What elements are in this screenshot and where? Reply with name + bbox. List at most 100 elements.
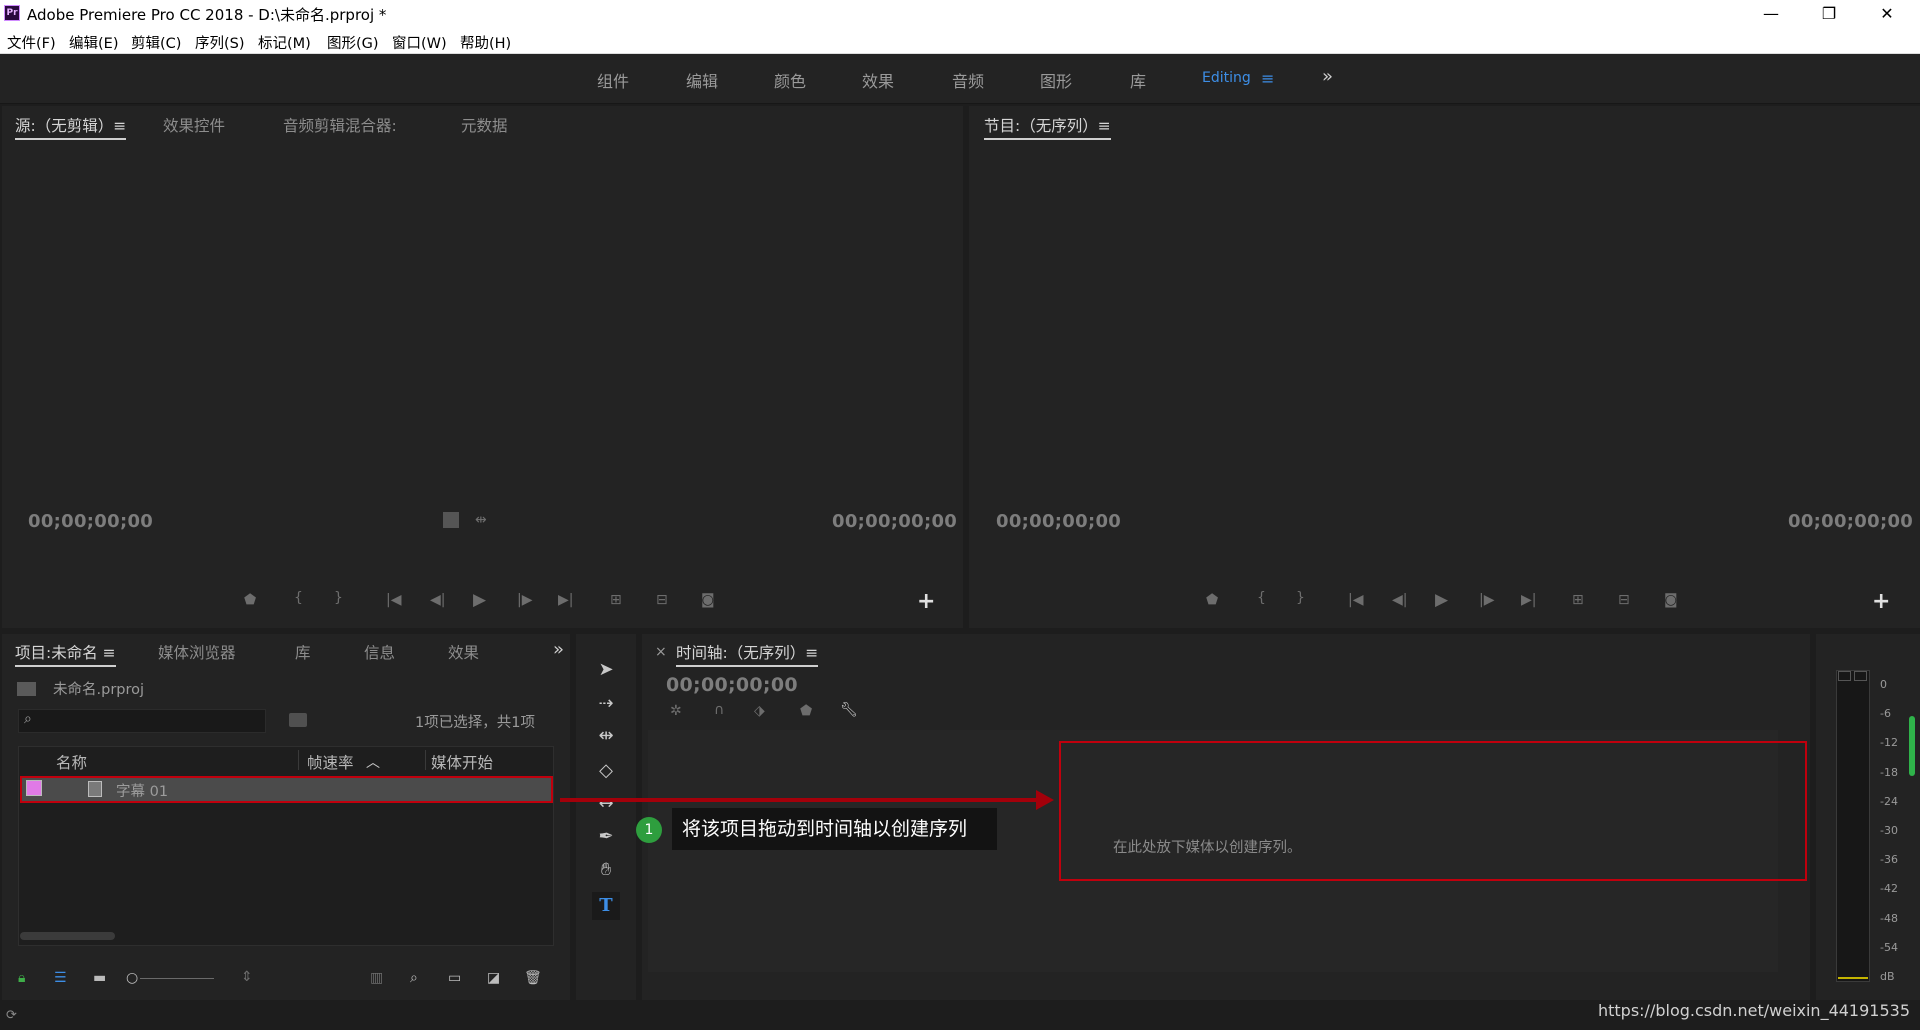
workspace-editing-active[interactable]: Editing — [1202, 70, 1251, 86]
meter-slider[interactable] — [1909, 716, 1915, 776]
program-mark-in-icon[interactable]: { — [1257, 590, 1266, 606]
close-button[interactable]: ✕ — [1858, 0, 1916, 28]
workspace-libraries[interactable]: 库 — [1130, 68, 1146, 92]
tab-project[interactable]: 项目:未命名 ≡ — [15, 641, 116, 667]
lift-icon[interactable]: ⊞ — [1572, 592, 1584, 608]
overwrite-icon[interactable]: ⊟ — [656, 592, 668, 608]
minimize-button[interactable]: — — [1742, 0, 1800, 28]
tab-program[interactable]: 节目:（无序列）≡ — [984, 114, 1111, 140]
source-button-editor-plus[interactable]: + — [917, 589, 935, 614]
project-tabs-overflow-icon[interactable]: » — [553, 639, 564, 660]
add-marker-timeline-icon[interactable]: ⬗ — [754, 703, 765, 719]
snap-icon[interactable]: ✲ — [670, 703, 682, 719]
clear-icon[interactable]: 🗑︎ — [524, 970, 542, 986]
step-forward-icon[interactable]: |▶ — [517, 592, 532, 608]
workspace-overflow-icon[interactable]: » — [1322, 66, 1333, 87]
sync-icon[interactable]: ⟳ — [6, 1008, 17, 1023]
tab-source[interactable]: 源:（无剪辑）≡ — [15, 114, 127, 140]
pen-tool-icon[interactable]: ✒ — [592, 823, 620, 851]
type-tool-icon[interactable]: T — [592, 892, 620, 920]
label-color-swatch[interactable] — [26, 780, 42, 796]
drop-zone-highlight[interactable] — [1059, 741, 1807, 881]
menu-help[interactable]: 帮助(H) — [460, 32, 511, 53]
hand-tool-icon[interactable]: ✋︎ — [592, 856, 620, 884]
tab-media-browser[interactable]: 媒体浏览器 — [158, 641, 236, 663]
icon-view-icon[interactable]: ▬ — [93, 970, 106, 986]
tab-effects[interactable]: 效果 — [448, 641, 479, 663]
restore-button[interactable]: ❐ — [1800, 0, 1858, 28]
automate-to-sequence-icon[interactable]: ▥ — [370, 970, 383, 986]
linked-selection-icon[interactable]: ∩ — [714, 702, 724, 718]
tab-timeline[interactable]: 时间轴:（无序列）≡ — [676, 641, 819, 667]
workspace-editing-cn[interactable]: 编辑 — [686, 68, 718, 92]
wrench-icon[interactable]: 🔧︎ — [840, 702, 858, 718]
menu-marker[interactable]: 标记(M) — [258, 32, 311, 53]
close-timeline-icon[interactable]: × — [655, 644, 667, 660]
go-to-in-icon[interactable]: |◀ — [386, 592, 401, 608]
workspace-effects[interactable]: 效果 — [862, 68, 894, 92]
workspace-menu-icon[interactable]: ≡ — [1261, 69, 1274, 88]
go-to-out-icon[interactable]: ▶| — [558, 592, 573, 608]
meter-peak-right[interactable] — [1854, 671, 1867, 681]
program-timecode-current[interactable]: 00;00;00;00 — [996, 511, 1121, 532]
add-marker-icon[interactable]: ⬟ — [244, 592, 256, 608]
new-bin-icon[interactable]: ▭ — [448, 970, 461, 986]
list-scrollbar[interactable] — [20, 932, 115, 940]
column-name[interactable]: 名称 — [56, 751, 87, 773]
workspace-graphics[interactable]: 图形 — [1040, 68, 1072, 92]
program-button-editor-plus[interactable]: + — [1872, 589, 1890, 614]
program-go-to-in-icon[interactable]: |◀ — [1348, 592, 1363, 608]
selection-tool-icon[interactable]: ➤ — [592, 656, 620, 684]
tab-audio-clip-mixer[interactable]: 音频剪辑混合器: — [283, 114, 397, 136]
extract-icon[interactable]: ⊟ — [1618, 592, 1630, 608]
column-divider[interactable] — [425, 750, 426, 770]
list-view-icon[interactable]: ☰ — [54, 970, 67, 986]
source-timecode-current[interactable]: 00;00;00;00 — [28, 511, 153, 532]
timeline-timecode[interactable]: 00;00;00;00 — [666, 674, 798, 696]
drag-video-icon[interactable] — [443, 512, 459, 528]
program-play-icon[interactable]: ▶ — [1435, 590, 1448, 610]
mark-out-icon[interactable]: } — [334, 590, 343, 606]
program-add-marker-icon[interactable]: ⬟ — [1206, 592, 1218, 608]
zoom-slider[interactable] — [140, 978, 214, 979]
step-back-icon[interactable]: ◀| — [430, 592, 445, 608]
column-divider[interactable] — [298, 750, 299, 770]
meter-peak-left[interactable] — [1838, 671, 1851, 681]
menu-sequence[interactable]: 序列(S) — [195, 32, 245, 53]
tab-metadata[interactable]: 元数据 — [461, 114, 508, 136]
export-frame-icon[interactable]: ◙ — [701, 592, 715, 608]
razor-tool-icon[interactable]: ◇ — [592, 757, 620, 785]
menu-window[interactable]: 窗口(W) — [392, 32, 447, 53]
mark-in-icon[interactable]: { — [294, 590, 303, 606]
play-icon[interactable]: ▶ — [473, 590, 486, 610]
timeline-marker-icon[interactable]: ⬟ — [800, 703, 812, 719]
workspace-assembly[interactable]: 组件 — [597, 68, 629, 92]
tab-effect-controls[interactable]: 效果控件 — [163, 114, 225, 136]
column-media-start[interactable]: 媒体开始 — [431, 751, 493, 773]
column-frame-rate[interactable]: 帧速率 — [307, 751, 354, 773]
program-step-back-icon[interactable]: ◀| — [1392, 592, 1407, 608]
project-item-name[interactable]: 字幕 01 — [116, 780, 168, 801]
tab-info[interactable]: 信息 — [364, 641, 395, 663]
menu-file[interactable]: 文件(F) — [7, 32, 56, 53]
track-select-tool-icon[interactable]: ⇢ — [592, 690, 620, 718]
sort-icon[interactable]: ⇕ — [241, 969, 253, 985]
new-item-icon[interactable]: ◪ — [487, 970, 500, 986]
program-mark-out-icon[interactable]: } — [1296, 590, 1305, 606]
workspace-audio[interactable]: 音频 — [952, 68, 984, 92]
program-go-to-out-icon[interactable]: ▶| — [1521, 592, 1536, 608]
menu-graphics[interactable]: 图形(G) — [327, 32, 379, 53]
workspace-color[interactable]: 颜色 — [774, 68, 806, 92]
find-icon[interactable]: ⌕ — [410, 970, 418, 986]
new-search-bin-icon[interactable] — [289, 713, 307, 727]
tab-libraries[interactable]: 库 — [295, 641, 311, 663]
program-export-frame-icon[interactable]: ◙ — [1664, 592, 1678, 608]
lock-icon[interactable]: 🔒︎ — [18, 970, 25, 986]
sort-ascending-icon[interactable]: ︿ — [366, 752, 380, 772]
menu-edit[interactable]: 编辑(E) — [69, 32, 118, 53]
menu-clip[interactable]: 剪辑(C) — [131, 32, 181, 53]
zoom-slider-handle[interactable]: ○ — [126, 970, 138, 986]
drag-audio-icon[interactable]: ⇹ — [475, 512, 487, 528]
program-step-forward-icon[interactable]: |▶ — [1479, 592, 1494, 608]
project-search-input[interactable]: ⌕ — [18, 709, 266, 733]
